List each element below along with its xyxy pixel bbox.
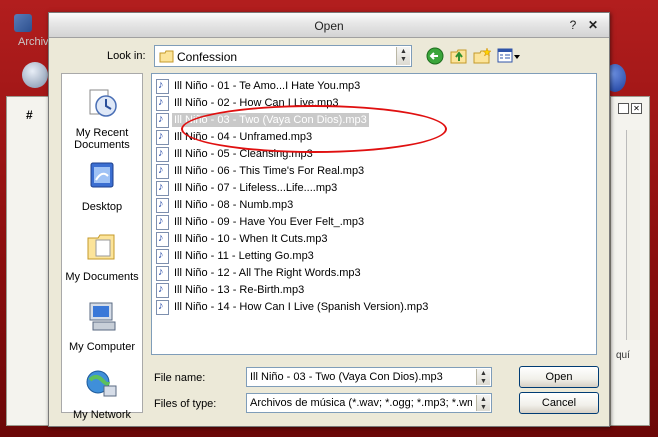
dialog-title: Open — [314, 19, 344, 33]
file-list-item[interactable]: Ill Niño - 11 - Letting Go.mp3 — [156, 248, 316, 264]
audio-file-icon — [156, 95, 169, 111]
audio-file-icon — [156, 282, 169, 298]
close-button[interactable]: ✕ — [585, 17, 601, 33]
file-type-label: Files of type: — [154, 398, 217, 410]
help-button[interactable]: ? — [565, 17, 581, 33]
file-list-item[interactable]: Ill Niño - 09 - Have You Ever Felt_.mp3 — [156, 214, 366, 230]
file-type-value: Archivos de música (*.wav; *.ogg; *.mp3;… — [250, 397, 472, 409]
file-list-item[interactable]: Ill Niño - 01 - Te Amo...I Hate You.mp3 — [156, 78, 362, 94]
place-label-computer: My Computer — [68, 341, 136, 353]
file-name-text: Ill Niño - 11 - Letting Go.mp3 — [174, 250, 314, 262]
file-list-item[interactable]: Ill Niño - 07 - Lifeless...Life....mp3 — [156, 180, 339, 196]
file-name-text: Ill Niño - 10 - When It Cuts.mp3 — [174, 233, 328, 245]
chevron-down-icon[interactable]: ▲ ▼ — [476, 395, 490, 411]
file-name-text: Ill Niño - 14 - How Can I Live (Spanish … — [174, 301, 429, 313]
app-icon — [14, 14, 32, 32]
file-name-text: Ill Niño - 08 - Numb.mp3 — [174, 199, 294, 211]
audio-file-icon — [156, 248, 169, 264]
background-left-panel — [6, 96, 50, 426]
background-column-header: # — [26, 108, 33, 122]
file-list-item[interactable]: Ill Niño - 06 - This Time's For Real.mp3 — [156, 163, 366, 179]
background-disc-icon[interactable] — [22, 62, 48, 88]
audio-file-icon — [156, 129, 169, 145]
desktop-icon — [90, 162, 114, 188]
place-label-recent: My Recent Documents — [74, 127, 130, 151]
background-menu-archivo[interactable]: Archiv — [18, 36, 49, 48]
place-label-documents: My Documents — [65, 271, 139, 283]
file-name-field[interactable]: Ill Niño - 03 - Two (Vaya Con Dios).mp3 … — [246, 367, 492, 387]
place-my-recent-documents[interactable]: My Recent Documents — [62, 86, 142, 151]
places-bar: My Recent Documents Desktop My Documents — [61, 73, 143, 421]
audio-file-icon — [156, 231, 169, 247]
file-list-item[interactable]: Ill Niño - 12 - All The Right Words.mp3 — [156, 265, 363, 281]
place-my-documents[interactable]: My Documents — [62, 230, 142, 283]
audio-file-icon — [156, 78, 169, 94]
file-list-item[interactable]: Ill Niño - 10 - When It Cuts.mp3 — [156, 231, 329, 247]
my-network-icon — [86, 370, 117, 397]
views-menu-icon[interactable] — [497, 47, 521, 65]
audio-file-icon — [156, 163, 169, 179]
cancel-button[interactable]: Cancel — [519, 392, 599, 414]
place-label-network: My Network — [72, 409, 132, 421]
audio-file-icon — [156, 265, 169, 281]
audio-file-icon — [156, 146, 169, 162]
file-type-select[interactable]: Archivos de música (*.wav; *.ogg; *.mp3;… — [246, 393, 492, 413]
place-my-network[interactable]: My Network — [62, 368, 142, 421]
my-computer-icon — [89, 302, 116, 331]
audio-file-icon — [156, 180, 169, 196]
audio-file-icon — [156, 112, 169, 128]
back-arrow-icon[interactable] — [426, 47, 444, 65]
look-in-value: Confession — [177, 50, 238, 64]
place-my-computer[interactable]: My Computer — [62, 300, 142, 353]
look-in-label: Look in: — [107, 50, 146, 62]
file-name-value[interactable]: Ill Niño - 03 - Two (Vaya Con Dios).mp3 — [250, 371, 472, 383]
look-in-combo[interactable]: Confession ▲ ▼ — [154, 45, 412, 67]
new-folder-icon[interactable] — [473, 47, 491, 65]
open-dialog: Open ? ✕ Look in: Confession ▲ ▼ My Rece… — [48, 12, 610, 427]
file-name-text: Ill Niño - 13 - Re-Birth.mp3 — [174, 284, 305, 296]
file-name-text: Ill Niño - 06 - This Time's For Real.mp3 — [174, 165, 365, 177]
chevron-down-icon[interactable]: ▲ ▼ — [396, 47, 410, 65]
open-button[interactable]: Open — [519, 366, 599, 388]
recent-documents-icon — [89, 89, 117, 117]
file-list-item[interactable]: Ill Niño - 14 - How Can I Live (Spanish … — [156, 299, 430, 315]
file-name-label: File name: — [154, 372, 206, 384]
audio-file-icon — [156, 299, 169, 315]
background-right-text: quí — [616, 350, 630, 361]
chevron-down-icon[interactable]: ▲ ▼ — [476, 369, 490, 385]
audio-file-icon — [156, 197, 169, 213]
file-name-text: Ill Niño - 12 - All The Right Words.mp3 — [174, 267, 361, 279]
file-list-item[interactable]: Ill Niño - 13 - Re-Birth.mp3 — [156, 282, 306, 298]
folder-icon — [159, 50, 174, 63]
background-minimize-icon[interactable] — [618, 103, 629, 114]
background-close-icon[interactable]: ✕ — [631, 103, 642, 114]
up-folder-icon[interactable] — [450, 47, 468, 65]
file-name-text: Ill Niño - 07 - Lifeless...Life....mp3 — [174, 182, 338, 194]
annotation-ellipse — [181, 105, 447, 153]
file-list-item[interactable]: Ill Niño - 08 - Numb.mp3 — [156, 197, 295, 213]
audio-file-icon — [156, 214, 169, 230]
file-name-text: Ill Niño - 01 - Te Amo...I Hate You.mp3 — [174, 80, 361, 92]
background-panel-buttons: ✕ — [618, 103, 642, 114]
place-label-desktop: Desktop — [81, 201, 123, 213]
place-desktop[interactable]: Desktop — [62, 160, 142, 213]
look-in-row: Look in: Confession ▲ ▼ — [49, 45, 609, 69]
background-scrollbar[interactable] — [626, 130, 640, 340]
file-name-text: Ill Niño - 09 - Have You Ever Felt_.mp3 — [174, 216, 365, 228]
my-documents-icon — [87, 234, 115, 260]
dialog-titlebar[interactable]: Open ? ✕ — [49, 13, 609, 38]
